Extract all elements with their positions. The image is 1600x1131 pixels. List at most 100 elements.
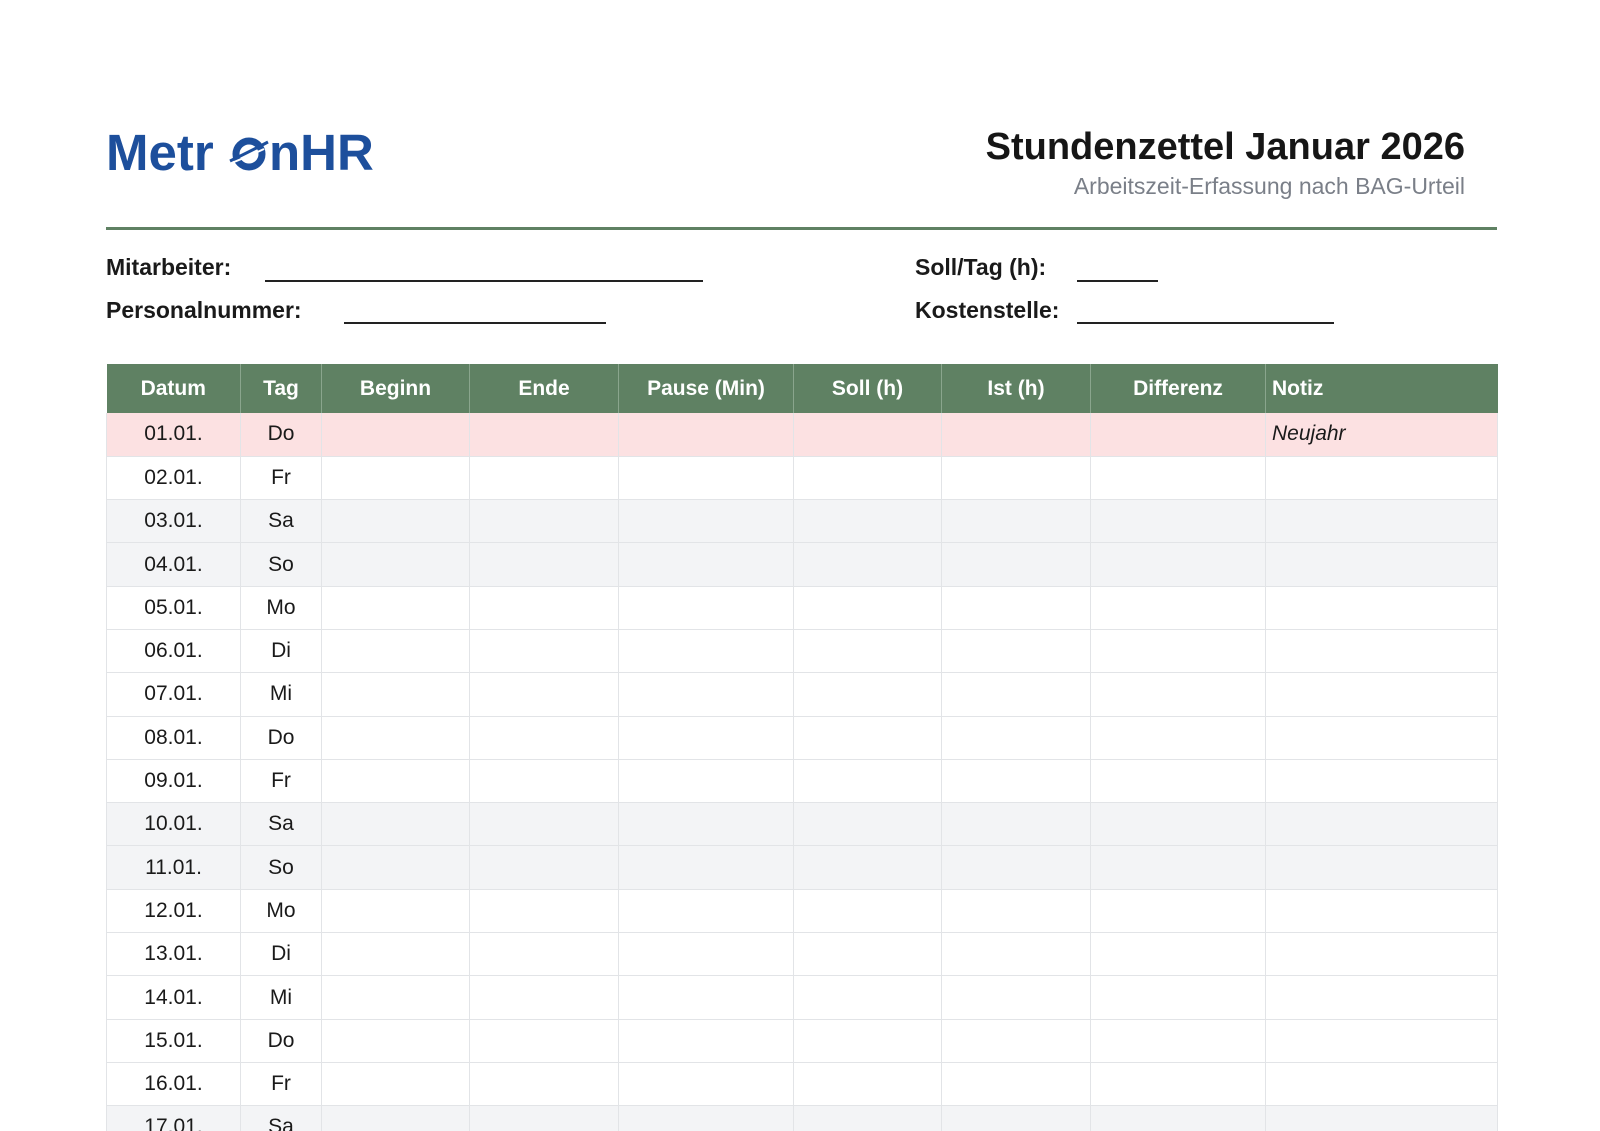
cell-target[interactable] xyxy=(793,716,942,760)
cell-target[interactable] xyxy=(793,413,942,457)
cell-break[interactable] xyxy=(618,759,794,804)
cell-end[interactable] xyxy=(469,889,619,934)
cell-target[interactable] xyxy=(793,499,942,544)
cell-difference[interactable] xyxy=(1090,716,1266,760)
cell-start[interactable] xyxy=(321,932,470,977)
cell-end[interactable] xyxy=(469,1062,619,1107)
cell-difference[interactable] xyxy=(1090,1105,1266,1131)
cell-note[interactable] xyxy=(1265,716,1498,760)
cell-break[interactable] xyxy=(618,802,794,847)
cell-actual[interactable] xyxy=(941,716,1091,760)
cell-target[interactable] xyxy=(793,975,942,1020)
cell-start[interactable] xyxy=(321,672,470,717)
cell-target[interactable] xyxy=(793,1105,942,1131)
cell-target[interactable] xyxy=(793,456,942,501)
cell-start[interactable] xyxy=(321,456,470,501)
cell-actual[interactable] xyxy=(941,932,1091,977)
cell-break[interactable] xyxy=(618,1062,794,1107)
cell-note[interactable] xyxy=(1265,1019,1498,1063)
cell-note[interactable] xyxy=(1265,499,1498,544)
cell-start[interactable] xyxy=(321,1062,470,1107)
cell-note[interactable] xyxy=(1265,1062,1498,1107)
cell-actual[interactable] xyxy=(941,1105,1091,1131)
cell-start[interactable] xyxy=(321,759,470,804)
cell-difference[interactable] xyxy=(1090,1019,1266,1063)
cell-actual[interactable] xyxy=(941,586,1091,630)
cell-start[interactable] xyxy=(321,889,470,934)
cell-break[interactable] xyxy=(618,716,794,760)
cell-note[interactable] xyxy=(1265,759,1498,804)
cell-start[interactable] xyxy=(321,802,470,847)
cell-break[interactable] xyxy=(618,975,794,1020)
cell-note[interactable] xyxy=(1265,802,1498,847)
cell-start[interactable] xyxy=(321,1105,470,1131)
cell-note[interactable] xyxy=(1265,845,1498,890)
cell-end[interactable] xyxy=(469,629,619,674)
cell-break[interactable] xyxy=(618,672,794,717)
cell-actual[interactable] xyxy=(941,802,1091,847)
employee-field[interactable] xyxy=(265,280,703,282)
cell-start[interactable] xyxy=(321,413,470,457)
cell-end[interactable] xyxy=(469,542,619,587)
cell-actual[interactable] xyxy=(941,889,1091,934)
cell-note[interactable] xyxy=(1265,586,1498,630)
cell-break[interactable] xyxy=(618,413,794,457)
cell-end[interactable] xyxy=(469,413,619,457)
cell-target[interactable] xyxy=(793,542,942,587)
cell-note[interactable] xyxy=(1265,672,1498,717)
cell-note[interactable] xyxy=(1265,1105,1498,1131)
cell-end[interactable] xyxy=(469,586,619,630)
cell-end[interactable] xyxy=(469,499,619,544)
cell-difference[interactable] xyxy=(1090,802,1266,847)
cell-difference[interactable] xyxy=(1090,759,1266,804)
cell-actual[interactable] xyxy=(941,629,1091,674)
cell-actual[interactable] xyxy=(941,1062,1091,1107)
cell-target[interactable] xyxy=(793,845,942,890)
cell-note[interactable] xyxy=(1265,975,1498,1020)
cell-end[interactable] xyxy=(469,1105,619,1131)
cell-difference[interactable] xyxy=(1090,542,1266,587)
cell-actual[interactable] xyxy=(941,542,1091,587)
cell-difference[interactable] xyxy=(1090,413,1266,457)
cell-end[interactable] xyxy=(469,1019,619,1063)
cell-difference[interactable] xyxy=(1090,889,1266,934)
cell-break[interactable] xyxy=(618,1105,794,1131)
personnel-number-field[interactable] xyxy=(344,322,606,324)
cell-difference[interactable] xyxy=(1090,629,1266,674)
cell-target[interactable] xyxy=(793,932,942,977)
cell-target[interactable] xyxy=(793,586,942,630)
cell-actual[interactable] xyxy=(941,1019,1091,1063)
cell-note[interactable] xyxy=(1265,932,1498,977)
cell-difference[interactable] xyxy=(1090,975,1266,1020)
cell-start[interactable] xyxy=(321,1019,470,1063)
cell-start[interactable] xyxy=(321,499,470,544)
cell-difference[interactable] xyxy=(1090,586,1266,630)
cell-start[interactable] xyxy=(321,586,470,630)
cell-difference[interactable] xyxy=(1090,845,1266,890)
cell-actual[interactable] xyxy=(941,759,1091,804)
cell-actual[interactable] xyxy=(941,413,1091,457)
cell-difference[interactable] xyxy=(1090,932,1266,977)
cell-difference[interactable] xyxy=(1090,456,1266,501)
cell-actual[interactable] xyxy=(941,499,1091,544)
cell-target[interactable] xyxy=(793,672,942,717)
cell-end[interactable] xyxy=(469,456,619,501)
cell-target[interactable] xyxy=(793,1019,942,1063)
cell-target[interactable] xyxy=(793,1062,942,1107)
cell-break[interactable] xyxy=(618,932,794,977)
cell-actual[interactable] xyxy=(941,975,1091,1020)
cell-start[interactable] xyxy=(321,975,470,1020)
cell-target[interactable] xyxy=(793,889,942,934)
cell-end[interactable] xyxy=(469,716,619,760)
cell-break[interactable] xyxy=(618,889,794,934)
cell-target[interactable] xyxy=(793,759,942,804)
cell-difference[interactable] xyxy=(1090,499,1266,544)
cell-note[interactable] xyxy=(1265,889,1498,934)
cell-note[interactable] xyxy=(1265,629,1498,674)
cell-difference[interactable] xyxy=(1090,1062,1266,1107)
cell-break[interactable] xyxy=(618,1019,794,1063)
target-per-day-field[interactable] xyxy=(1077,280,1158,282)
cell-end[interactable] xyxy=(469,672,619,717)
cell-note[interactable] xyxy=(1265,542,1498,587)
cell-break[interactable] xyxy=(618,629,794,674)
